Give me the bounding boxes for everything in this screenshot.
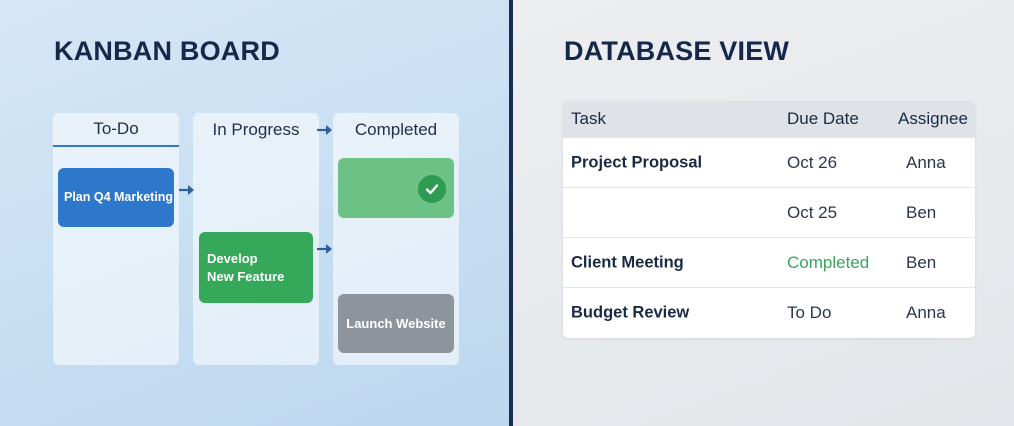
cell-due-date: Oct 25 — [787, 202, 838, 222]
arrow-right-icon — [179, 185, 194, 195]
kanban-title: KANBAN BOARD — [54, 36, 280, 66]
card-label-line2: New Feature — [207, 268, 285, 284]
database-table: Task Due Date Assignee Project Proposal … — [563, 101, 975, 338]
database-title: DATABASE VIEW — [564, 36, 790, 66]
cell-status-completed: Completed — [787, 252, 870, 272]
card-label-line1: Develop — [207, 251, 258, 266]
card-label: Plan Q4 Marketing — [64, 190, 174, 205]
table-header: Task Due Date Assignee — [563, 101, 975, 137]
column-header-completed[interactable]: Completed — [333, 113, 459, 147]
table-row[interactable]: Client Meeting Completed Ben — [563, 237, 975, 287]
cell-due-date: Oct 26 — [787, 152, 838, 172]
table-row[interactable]: Project Proposal Oct 26 Anna — [563, 137, 975, 187]
table-row[interactable]: Budget Review To Do Anna — [563, 287, 975, 337]
check-icon — [418, 175, 446, 203]
header-task[interactable]: Task — [571, 109, 606, 129]
column-header-todo[interactable]: To-Do — [53, 113, 179, 147]
cell-due-date: To Do — [787, 302, 832, 322]
cell-task: Budget Review — [571, 303, 690, 321]
header-assignee[interactable]: Assignee — [898, 109, 968, 129]
column-todo: To-Do — [53, 113, 179, 365]
table-row[interactable]: Oct 25 Ben — [563, 187, 975, 237]
cell-assignee: Ben — [906, 202, 937, 222]
card-develop-new-feature[interactable]: Develop New Feature — [199, 232, 313, 303]
card-plan-q4-marketing[interactable]: Plan Q4 Marketing — [58, 168, 174, 227]
cell-assignee: Ben — [906, 252, 937, 272]
cell-assignee: Anna — [906, 152, 946, 172]
card-label: Launch Website — [346, 315, 446, 331]
header-due-date[interactable]: Due Date — [787, 109, 859, 129]
cell-task: Client Meeting — [571, 253, 684, 271]
arrow-right-icon — [317, 244, 332, 254]
cell-assignee: Anna — [906, 302, 946, 322]
card-launch-website[interactable]: Launch Website — [338, 294, 454, 353]
cell-task: Project Proposal — [571, 153, 703, 171]
arrow-right-icon — [317, 125, 332, 135]
column-header-in-progress[interactable]: In Progress — [193, 113, 319, 147]
